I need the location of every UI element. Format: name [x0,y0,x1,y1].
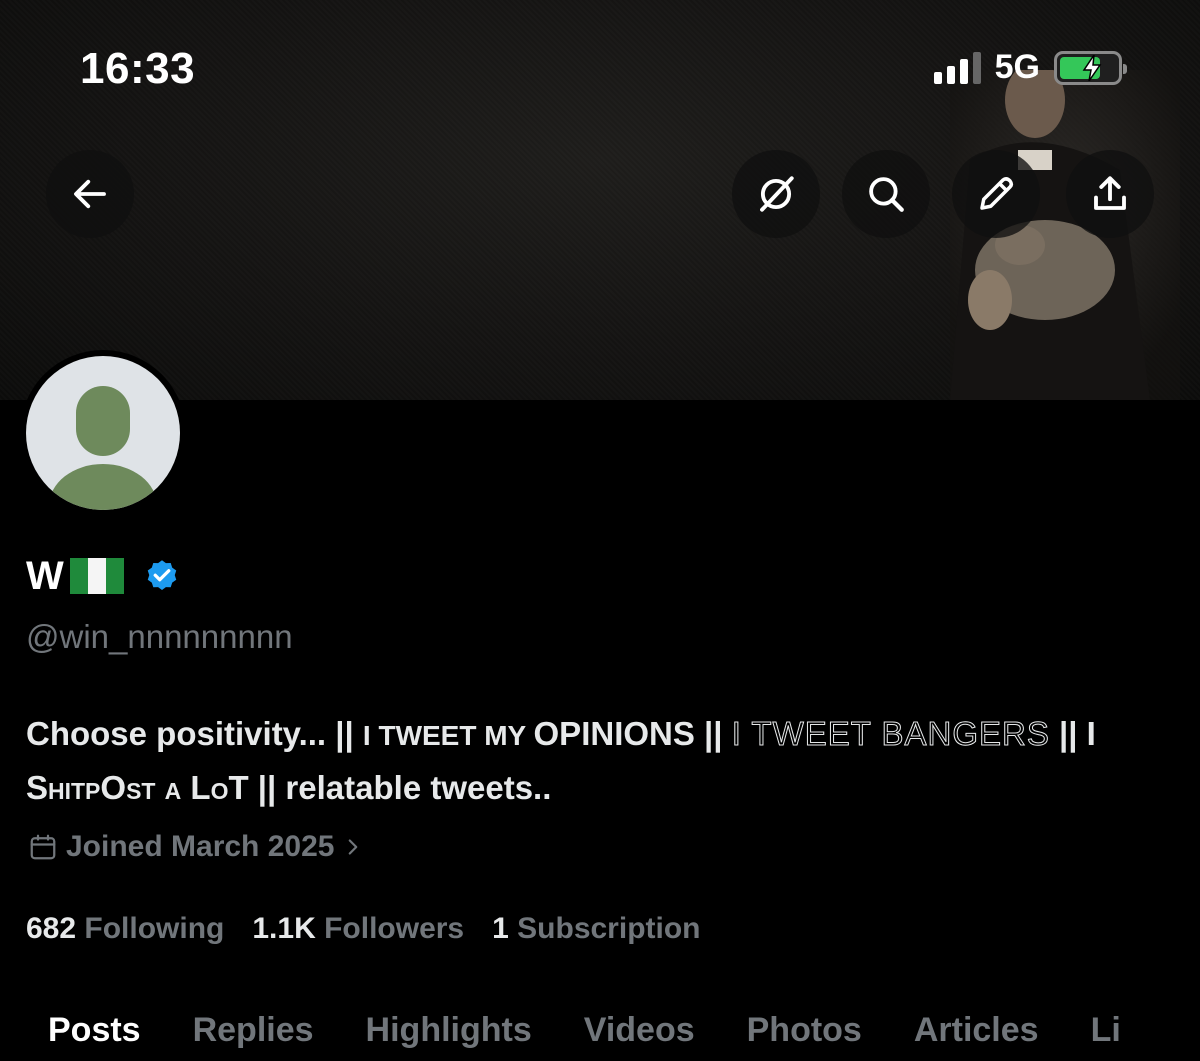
tab-posts[interactable]: Posts [0,1011,167,1050]
handle: @win_nnnnnnnnn [26,618,293,655]
followers-stat[interactable]: 1.1K Followers [252,912,464,946]
bio-text-5: || [1049,715,1087,752]
display-name: W [26,553,64,598]
bio-text-2: I TWEET MY [362,720,534,751]
followers-label: Followers [324,912,465,945]
subscriptions-label: Subscription [517,912,701,945]
tab-lists[interactable]: Li [1065,1011,1147,1050]
verified-badge-icon[interactable] [144,558,180,594]
profile-stats: 682 Following 1.1K Followers 1 Subscript… [26,912,701,946]
tab-replies[interactable]: Replies [167,1011,340,1050]
tab-articles[interactable]: Articles [888,1011,1065,1050]
name-row: W [26,552,180,600]
tab-videos[interactable]: Videos [558,1011,721,1050]
edit-button[interactable] [952,150,1040,238]
bio-text-1: Choose positivity... || [26,715,363,752]
signal-icon [933,51,981,84]
bio-text-7: || relatable tweets.. [248,769,552,806]
followers-count: 1.1K [252,912,316,945]
share-icon [1094,176,1126,210]
status-indicators: 5G [933,48,1127,87]
profile-tabs: Posts Replies Highlights Videos Photos A… [0,1000,1200,1061]
chevron-right-icon [349,839,358,855]
back-button[interactable] [46,150,134,238]
share-button[interactable] [1066,150,1154,238]
tab-photos[interactable]: Photos [721,1011,888,1050]
status-time: 16:33 [80,44,196,93]
network-label: 5G [994,48,1040,86]
bio-text-4: I TWEET BANGERS [731,715,1050,753]
battery-icon [1054,50,1127,85]
default-avatar-icon [26,356,180,510]
search-button[interactable] [842,150,930,238]
nigeria-flag-icon [69,558,124,594]
tab-highlights[interactable]: Highlights [340,1011,558,1050]
following-stat[interactable]: 682 Following [26,912,224,946]
search-icon [869,177,904,212]
calendar-icon [30,834,56,860]
grok-icon [760,176,794,212]
avatar[interactable] [20,350,186,516]
subscriptions-stat[interactable]: 1 Subscription [492,912,700,946]
pencil-icon [980,177,1014,210]
following-label: Following [84,912,225,945]
joined-date[interactable]: Joined March 2025 [28,830,364,864]
grok-button[interactable] [732,150,820,238]
bio: Choose positivity... || I TWEET MY OPINI… [26,708,1186,814]
arrow-left-icon [74,179,106,209]
bio-text-3: OPINIONS || [533,715,732,752]
following-count: 682 [26,912,77,945]
joined-label: Joined March 2025 [66,830,335,863]
subscriptions-count: 1 [492,912,509,945]
